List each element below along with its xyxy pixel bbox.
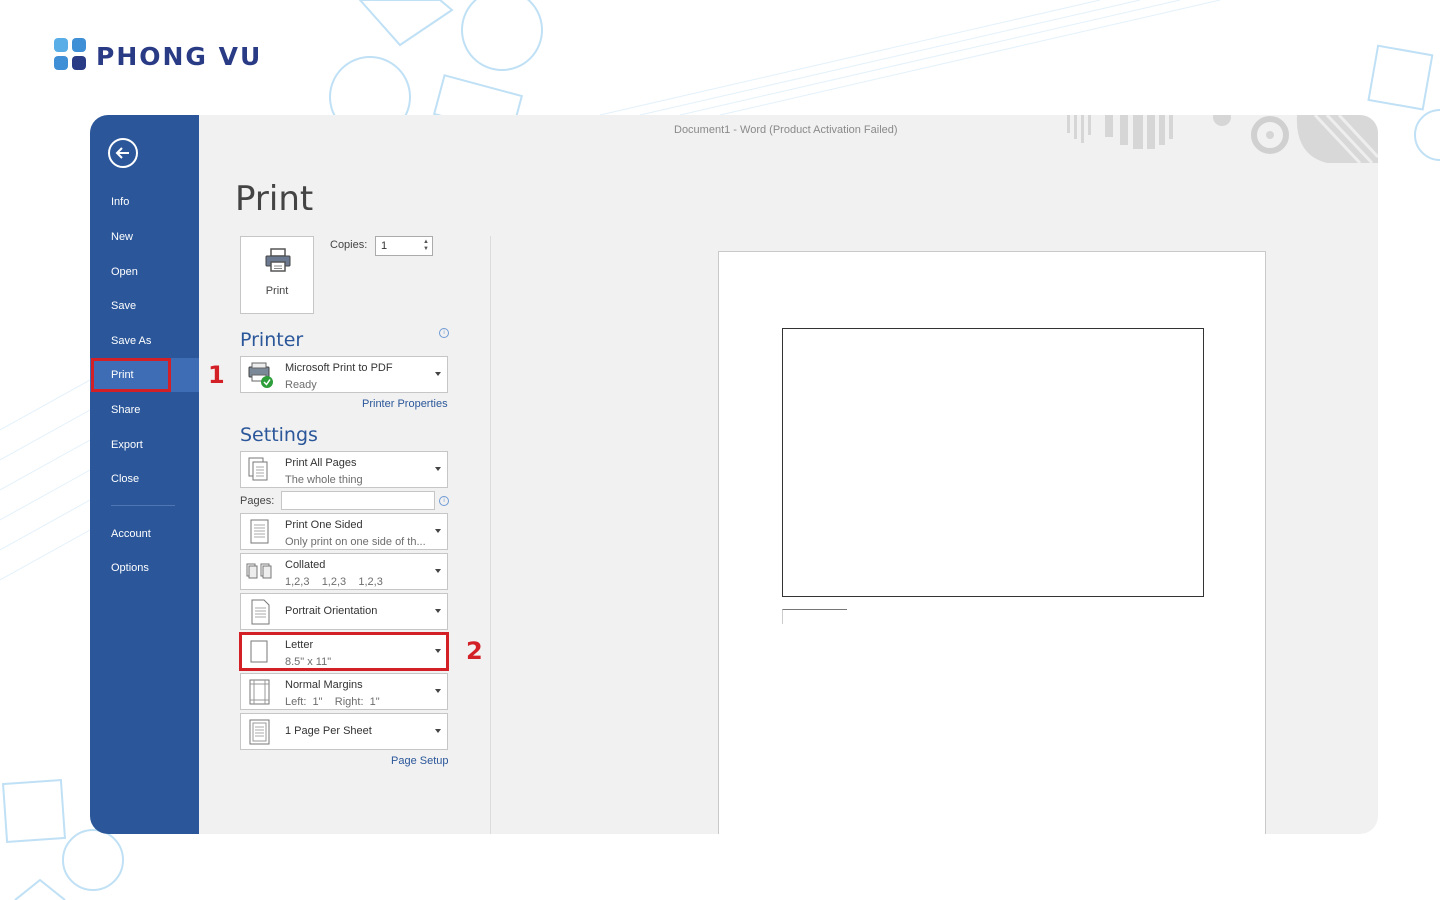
print-preview-page: [718, 251, 1266, 834]
nav-account[interactable]: Account: [90, 517, 199, 551]
copies-stepper[interactable]: 1 ▲ ▼: [375, 236, 433, 256]
pages-input[interactable]: [281, 491, 435, 510]
printer-info-icon[interactable]: i: [439, 328, 449, 338]
printer-properties-link[interactable]: Printer Properties: [362, 398, 448, 410]
nav-separator: [111, 505, 175, 506]
nav-info[interactable]: Info: [90, 185, 199, 219]
brand-logo: PHONG VU: [50, 36, 262, 76]
printer-status: Ready: [285, 379, 317, 391]
orientation-dropdown[interactable]: Portrait Orientation: [240, 593, 448, 630]
margins-dropdown[interactable]: Normal Margins Left: 1" Right: 1": [240, 673, 448, 710]
sides-label: Print One Sided: [285, 519, 363, 531]
page-setup-link[interactable]: Page Setup: [391, 755, 449, 767]
copies-value: 1: [381, 240, 388, 252]
portrait-icon: [251, 599, 270, 625]
collation-desc: 1,2,3 1,2,3 1,2,3: [285, 576, 383, 588]
pdf-printer-icon: [248, 362, 273, 388]
panel-divider: [490, 236, 491, 834]
chevron-down-icon: [435, 609, 441, 613]
chevron-down-icon: [435, 689, 441, 693]
nav-new[interactable]: New: [90, 220, 199, 254]
preview-line: [782, 609, 847, 624]
highlight-print-nav: [91, 358, 171, 392]
preview-content-box: [782, 328, 1204, 597]
chevron-down-icon: [435, 467, 441, 471]
collated-icon: [246, 563, 272, 579]
sides-dropdown[interactable]: Print One Sided Only print on one side o…: [240, 513, 448, 550]
orientation-label: Portrait Orientation: [285, 605, 378, 617]
nav-export[interactable]: Export: [90, 428, 199, 462]
window-title: Document1 - Word (Product Activation Fai…: [674, 124, 898, 136]
word-backstage-window: Info New Open Save Save As Print Share E…: [90, 115, 1378, 834]
back-arrow-icon: [115, 147, 129, 159]
one-sided-icon: [250, 519, 269, 544]
copies-spinner-icon[interactable]: ▲ ▼: [423, 239, 429, 253]
chevron-down-icon: [435, 372, 441, 376]
print-range-label: Print All Pages: [285, 457, 357, 469]
print-button-label: Print: [265, 285, 289, 297]
back-button[interactable]: [108, 138, 138, 168]
pages-per-sheet-icon: [249, 719, 270, 745]
nav-save[interactable]: Save: [90, 289, 199, 323]
pages-info-icon[interactable]: i: [439, 496, 449, 506]
print-heading: Print: [235, 179, 314, 219]
margins-icon: [249, 679, 270, 705]
step-1-label: 1: [208, 361, 225, 389]
sides-desc: Only print on one side of th...: [285, 536, 426, 548]
logo-mark-icon: [54, 38, 86, 70]
printer-icon: [265, 248, 291, 272]
printer-name: Microsoft Print to PDF: [285, 362, 393, 374]
margins-label: Normal Margins: [285, 679, 363, 691]
printer-section-title: Printer: [240, 329, 304, 351]
nav-close[interactable]: Close: [90, 462, 199, 496]
nav-open[interactable]: Open: [90, 255, 199, 289]
print-range-desc: The whole thing: [285, 474, 363, 486]
pages-per-sheet-dropdown[interactable]: 1 Page Per Sheet: [240, 713, 448, 750]
step-2-label: 2: [466, 637, 483, 665]
chevron-down-icon: [435, 529, 441, 533]
print-range-dropdown[interactable]: Print All Pages The whole thing: [240, 451, 448, 488]
chevron-down-icon: [435, 569, 441, 573]
printer-dropdown[interactable]: Microsoft Print to PDF Ready: [240, 356, 448, 393]
copies-label: Copies:: [330, 239, 368, 251]
nav-options[interactable]: Options: [90, 551, 199, 585]
pages-icon: [248, 457, 268, 481]
settings-section-title: Settings: [240, 424, 318, 446]
highlight-paper-size: [239, 632, 449, 671]
titlebar-pattern: [1067, 115, 1378, 165]
collation-dropdown[interactable]: Collated 1,2,3 1,2,3 1,2,3: [240, 553, 448, 590]
brand-name: PHONG VU: [96, 41, 263, 71]
pages-per-sheet-label: 1 Page Per Sheet: [285, 725, 372, 737]
nav-share[interactable]: Share: [90, 393, 199, 427]
backstage-sidebar: Info New Open Save Save As Print Share E…: [90, 115, 199, 834]
nav-save-as[interactable]: Save As: [90, 324, 199, 358]
collation-label: Collated: [285, 559, 326, 571]
chevron-down-icon: [435, 729, 441, 733]
pages-label: Pages:: [240, 495, 275, 507]
print-button[interactable]: Print: [240, 236, 314, 314]
margins-desc: Left: 1" Right: 1": [285, 696, 380, 708]
